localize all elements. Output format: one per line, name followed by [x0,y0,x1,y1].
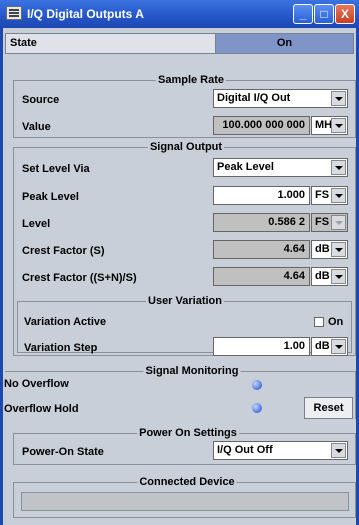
peak-level-label: Peak Level [22,191,79,203]
chevron-down-icon [331,443,346,458]
level-field: 0.586 2 [213,213,310,232]
level-unit: FS [315,216,330,228]
connected-device-title: Connected Device [137,476,237,488]
connected-device-field [21,492,349,511]
minimize-button[interactable]: _ [293,4,313,24]
variation-step-field[interactable]: 1.00 [213,337,310,356]
signal-output-title: Signal Output [147,141,225,153]
close-button[interactable]: X [335,4,355,24]
peak-level-unit-select[interactable]: FS [311,186,348,205]
signal-monitoring-title: Signal Monitoring [143,365,241,377]
crest-factor-s-unit: dB [315,243,330,255]
chevron-down-icon [331,91,346,106]
user-variation-title: User Variation [146,295,224,307]
chevron-down-icon [331,160,346,175]
value-label: Value [22,121,51,133]
set-level-via-select[interactable]: Peak Level [213,158,348,177]
peak-level-field[interactable]: 1.000 [213,186,310,205]
chevron-down-icon [331,215,346,230]
peak-level-unit: FS [315,189,330,201]
window-title: I/Q Digital Outputs A [27,7,144,21]
sample-rate-value-field[interactable]: 100.000 000 000 [213,116,310,135]
overflow-hold-led-icon [252,403,262,413]
power-on-state-value: I/Q Out Off [217,444,273,456]
no-overflow-label: No Overflow [4,378,69,390]
crest-factor-s-label: Crest Factor (S) [22,245,105,257]
chevron-down-icon [331,118,346,133]
crest-factor-sn-field: 4.64 [213,267,310,286]
variation-step-unit: dB [315,340,330,352]
level-unit-select: FS [311,213,348,232]
maximize-button[interactable]: □ [314,4,334,24]
variation-active-label: Variation Active [24,316,107,328]
crest-factor-sn-unit-select[interactable]: dB [311,267,348,286]
level-label: Level [22,218,51,230]
power-on-settings-title: Power On Settings [137,427,239,439]
power-on-state-label: Power-On State [22,446,104,458]
sample-rate-unit-select[interactable]: MHz [311,116,348,135]
chevron-down-icon [331,188,346,203]
source-select[interactable]: Digital I/Q Out [213,89,348,108]
crest-factor-s-unit-select[interactable]: dB [311,240,348,259]
state-label: State [10,37,37,49]
state-toggle-button[interactable]: On [215,34,353,53]
crest-factor-s-field: 4.64 [213,240,310,259]
state-row: State On [5,33,354,54]
power-on-state-select[interactable]: I/Q Out Off [213,441,348,460]
variation-active-checkbox[interactable] [314,317,324,327]
chevron-down-icon [331,242,346,257]
no-overflow-led-icon [252,380,262,390]
source-value: Digital I/Q Out [217,92,291,104]
overflow-hold-label: Overflow Hold [4,403,79,415]
sample-rate-title: Sample Rate [155,74,227,86]
chevron-down-icon [331,269,346,284]
variation-step-label: Variation Step [24,342,98,354]
set-level-via-value: Peak Level [217,161,274,173]
reset-button[interactable]: Reset [304,397,353,419]
variation-active-checkbox-label: On [328,316,344,328]
window-app-icon [6,6,22,20]
crest-factor-sn-label: Crest Factor ((S+N)/S) [22,272,137,284]
set-level-via-label: Set Level Via [22,163,90,175]
variation-step-unit-select[interactable]: dB [311,337,348,356]
crest-factor-sn-unit: dB [315,270,330,282]
source-label: Source [22,94,60,106]
chevron-down-icon [331,339,346,354]
